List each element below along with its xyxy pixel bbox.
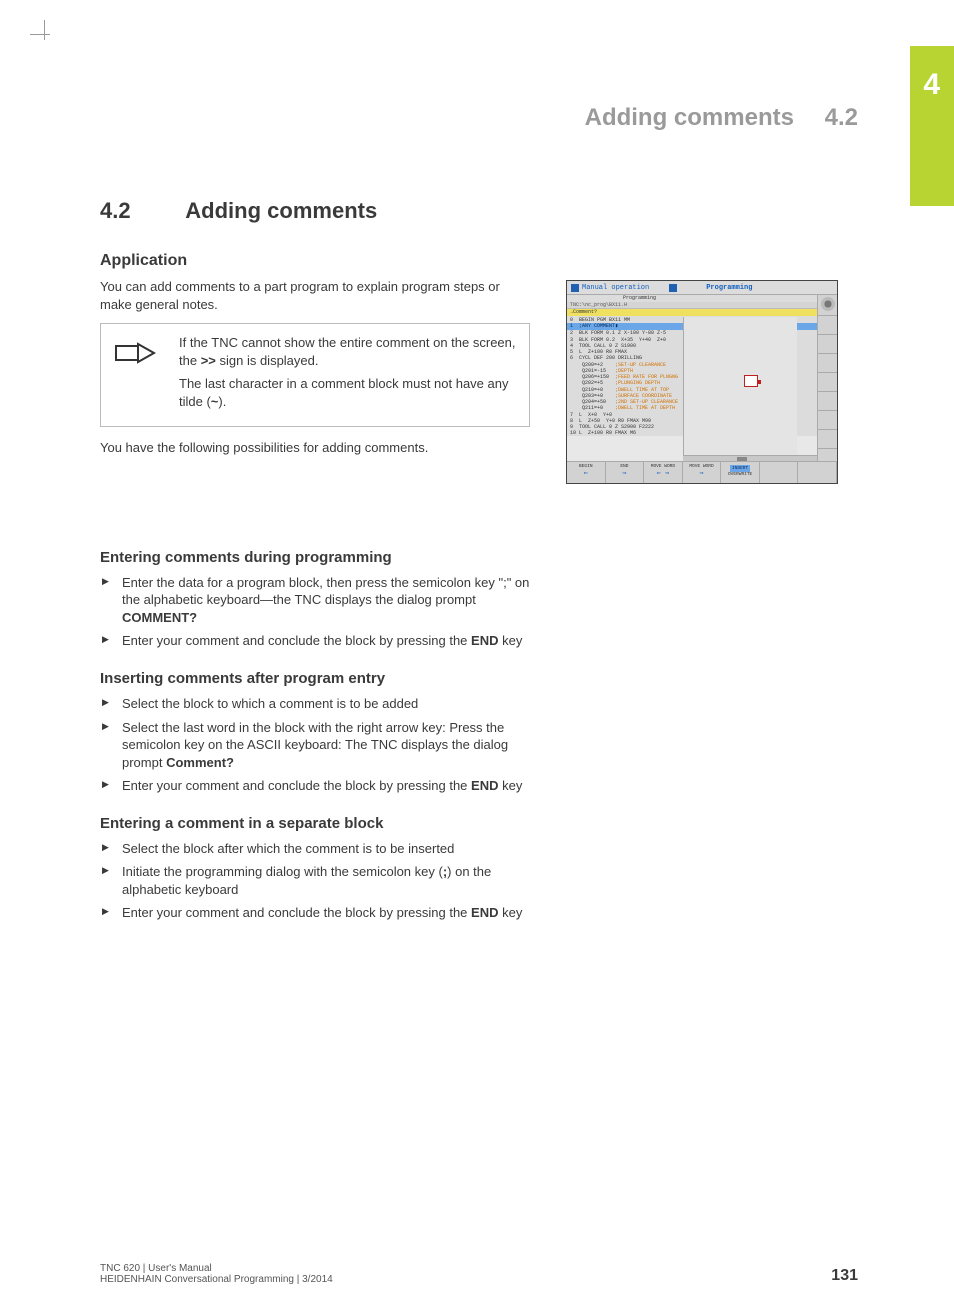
header-title: Adding comments	[585, 104, 794, 131]
separate-block-list: Select the block after which the comment…	[100, 840, 540, 922]
section-name: Adding comments	[185, 198, 377, 223]
gear-icon	[821, 297, 835, 311]
shot-title-bar: Manual operation Programming	[567, 281, 837, 295]
list-item: Enter your comment and conclude the bloc…	[100, 777, 540, 795]
chapter-tab: 4	[910, 46, 954, 206]
shot-side-buttons	[817, 295, 837, 461]
header-section-num: 4.2	[825, 104, 858, 131]
list-item: Enter the data for a program block, then…	[100, 574, 540, 627]
tool-icon	[744, 375, 758, 387]
softkey-end[interactable]: END ⇒	[606, 462, 645, 483]
section-number: 4.2	[100, 198, 180, 224]
shot-subtitle: Programming	[567, 295, 837, 302]
mode-icon	[669, 284, 677, 292]
note-text: If the TNC cannot show the entire commen…	[171, 324, 529, 426]
softkey-insert-overwrite[interactable]: INSERT OVERWRITE	[721, 462, 760, 483]
application-p1: You can add comments to a part program t…	[100, 278, 530, 313]
inserting-after-list: Select the block to which a comment is t…	[100, 695, 540, 795]
list-item: Select the last word in the block with t…	[100, 719, 540, 772]
page-number: 131	[831, 1267, 858, 1285]
application-heading: Application	[100, 252, 860, 270]
softkey-move-word[interactable]: MOVE WORD ⇐ ⇒	[644, 462, 683, 483]
list-item: Enter your comment and conclude the bloc…	[100, 904, 540, 922]
list-item: Initiate the programming dialog with the…	[100, 863, 540, 898]
softkey-empty[interactable]	[760, 462, 799, 483]
note-box: If the TNC cannot show the entire commen…	[100, 323, 530, 427]
shot-prompt: →Comment?	[567, 309, 837, 316]
crop-marks	[30, 20, 60, 50]
separate-block-heading: Entering a comment in a separate block	[100, 815, 860, 832]
arrow-left-icon: ⇐	[567, 469, 605, 478]
shot-softkey-row: BEGIN ⇐ END ⇒ MOVE WORD ⇐ ⇒ MOVE WORD ⇒ …	[567, 461, 837, 483]
note-arrow-icon	[101, 324, 171, 426]
entering-during-list: Enter the data for a program block, then…	[100, 574, 540, 650]
entering-during-heading: Entering comments during programming	[100, 549, 860, 566]
softkey-empty[interactable]	[798, 462, 837, 483]
footer-line2: HEIDENHAIN Conversational Programming | …	[100, 1274, 333, 1285]
shot-mode-left: Manual operation	[582, 284, 649, 292]
section-title: 4.2 Adding comments	[100, 198, 860, 224]
shot-graphic-pane	[683, 317, 797, 461]
softkey-move-word-2[interactable]: MOVE WORD ⇒	[683, 462, 722, 483]
programming-screenshot: Manual operation Programming Programming…	[566, 280, 838, 484]
mode-icon	[571, 284, 579, 292]
footer-line1: TNC 620 | User's Manual	[100, 1263, 333, 1274]
arrow-right-icon: ⇒	[683, 469, 721, 478]
arrow-right-icon: ⇒	[606, 469, 644, 478]
chapter-number: 4	[923, 68, 940, 102]
application-p2: You have the following possibilities for…	[100, 439, 530, 457]
shot-path: TNC:\nc_prog\BX11.H	[567, 302, 837, 309]
shot-mode-right: Programming	[706, 284, 752, 292]
arrows-icon: ⇐ ⇒	[644, 469, 682, 478]
list-item: Enter your comment and conclude the bloc…	[100, 632, 540, 650]
softkey-begin[interactable]: BEGIN ⇐	[567, 462, 606, 483]
page-footer: TNC 620 | User's Manual HEIDENHAIN Conve…	[100, 1263, 858, 1285]
list-item: Select the block after which the comment…	[100, 840, 540, 858]
list-item: Select the block to which a comment is t…	[100, 695, 540, 713]
running-header: Adding comments 4.2	[585, 104, 858, 132]
inserting-after-heading: Inserting comments after program entry	[100, 670, 860, 687]
